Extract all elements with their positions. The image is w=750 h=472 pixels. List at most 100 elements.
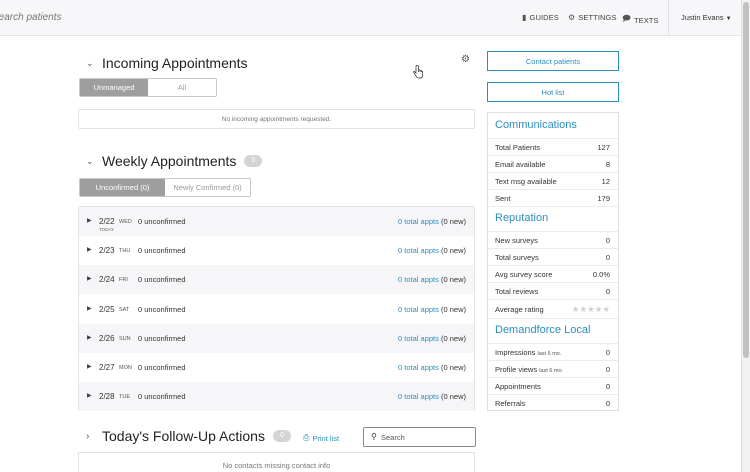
stat-value: 127 (597, 143, 610, 152)
triangle-right-icon[interactable]: ▶ (87, 275, 92, 282)
total-appts-link[interactable]: 0 total appts (398, 363, 439, 372)
new-count: (0 new) (440, 392, 466, 401)
triangle-right-icon[interactable]: ▶ (87, 363, 92, 370)
stat-value: 179 (597, 194, 610, 203)
weekly-toggle: Unconfirmed (0) Newly Confirmed (0) (79, 178, 251, 197)
day-row-fri[interactable]: ▶ 2/24 FRI 0 unconfirmed 0 total appts (… (79, 265, 474, 294)
row-date: 2/26 (99, 334, 115, 343)
texts-label: TEXTS (633, 15, 659, 25)
texts-link[interactable]: 🗩 TEXTS (622, 13, 659, 27)
row-date: 2/28 (99, 392, 115, 401)
guides-link[interactable]: ▮ GUIDES (522, 13, 559, 22)
new-count: (0 new) (440, 363, 466, 372)
row-totals: 0 total appts (0 new) (398, 363, 466, 372)
print-list-label: Print list (312, 433, 340, 443)
stat-label-text: Profile views (495, 365, 538, 374)
day-row-wed[interactable]: ▶ 2/22 WED TODAY 0 unconfirmed 0 total a… (79, 207, 474, 236)
total-appts-link[interactable]: 0 total appts (398, 246, 439, 255)
row-day: SAT (119, 306, 130, 313)
tab-unmanaged[interactable]: Unmanaged (80, 79, 148, 96)
triangle-right-icon[interactable]: ▶ (87, 217, 92, 224)
tab-all[interactable]: All (148, 79, 216, 96)
new-count: (0 new) (440, 217, 466, 226)
total-appts-link[interactable]: 0 total appts (398, 217, 439, 226)
stat-label: Avg survey score (495, 270, 553, 279)
day-row-sun[interactable]: ▶ 2/26 SUN 0 unconfirmed 0 total appts (… (79, 324, 474, 353)
tab-unconfirmed[interactable]: Unconfirmed (0) (80, 179, 165, 196)
stat-value: 0 (605, 253, 610, 262)
row-unconfirmed: 0 unconfirmed (138, 275, 186, 284)
gear-icon[interactable]: ⚙ (461, 54, 470, 65)
scrollbar-thumb[interactable] (743, 2, 749, 358)
total-appts-link[interactable]: 0 total appts (398, 334, 439, 343)
row-date: 2/27 (99, 363, 115, 372)
new-count: (0 new) (440, 334, 466, 343)
chevron-down-icon[interactable]: ⌄ (86, 156, 94, 167)
stats-panel: Communications Total Patients 127 Email a… (487, 112, 619, 411)
followup-search-input[interactable] (381, 431, 471, 444)
row-day: FRI (119, 276, 128, 283)
caret-down-icon: ▼ (725, 16, 732, 22)
triangle-right-icon[interactable]: ▶ (87, 392, 92, 399)
stat-value: 0 (605, 287, 610, 296)
row-unconfirmed: 0 unconfirmed (138, 246, 186, 255)
stat-row: Total Patients 127 (488, 138, 618, 155)
day-row-mon[interactable]: ▶ 2/27 MON 0 unconfirmed 0 total appts (… (79, 353, 474, 382)
print-list-link[interactable]: ⎙ Print list (303, 433, 339, 443)
row-day: SUN (119, 335, 131, 342)
stat-note: last 6 mo. (537, 351, 562, 357)
hot-list-button[interactable]: Hot list (487, 82, 619, 102)
incoming-empty-text: No incoming appointments requested. (221, 115, 332, 123)
triangle-right-icon[interactable]: ▶ (87, 246, 92, 253)
user-name: Justin Evans (681, 13, 724, 22)
settings-link[interactable]: ⚙ SETTINGS (568, 13, 617, 22)
stat-label: New surveys (495, 236, 538, 245)
row-totals: 0 total appts (0 new) (398, 305, 466, 314)
total-appts-link[interactable]: 0 total appts (398, 275, 439, 284)
followup-empty-text: No contacts missing contact info (222, 461, 331, 470)
stat-row: Profile views last 6 mo. 0 (488, 360, 618, 377)
row-day: TUE (119, 393, 130, 400)
day-row-tue[interactable]: ▶ 2/28 TUE 0 unconfirmed 0 total appts (… (79, 382, 474, 411)
stat-row: Total reviews 0 (488, 282, 618, 299)
triangle-right-icon[interactable]: ▶ (87, 334, 92, 341)
stat-value: 0 (605, 382, 610, 391)
total-appts-link[interactable]: 0 total appts (398, 305, 439, 314)
stat-label: Profile views last 6 mo. (495, 365, 563, 374)
new-count: (0 new) (440, 246, 466, 255)
chevron-right-icon[interactable]: › (86, 431, 89, 442)
stat-row: Total surveys 0 (488, 248, 618, 265)
row-unconfirmed: 0 unconfirmed (138, 334, 186, 343)
tab-newly-confirmed[interactable]: Newly Confirmed (0) (165, 179, 250, 196)
guides-label: GUIDES (529, 13, 559, 22)
day-row-thu[interactable]: ▶ 2/23 THU 0 unconfirmed 0 total appts (… (79, 236, 474, 265)
total-appts-link[interactable]: 0 total appts (398, 392, 439, 401)
triangle-right-icon[interactable]: ▶ (87, 305, 92, 312)
followup-title: Today's Follow-Up Actions 0 (102, 428, 291, 444)
row-date: 2/25 (99, 305, 115, 314)
hand-cursor-icon (413, 65, 423, 79)
contact-patients-button[interactable]: Contact patients (487, 51, 619, 71)
communications-title: Communications (495, 119, 577, 131)
stat-label: Impressions last 6 mo. (495, 348, 561, 357)
count-badge: 0 (272, 430, 291, 442)
stat-label: Sent (495, 194, 511, 203)
stat-row: Impressions last 6 mo. 0 (488, 343, 618, 360)
stat-row: Email available 8 (488, 155, 618, 172)
stat-row: Average rating ★★★★★ (488, 299, 618, 318)
user-menu[interactable]: Justin Evans ▼ (681, 13, 732, 22)
day-row-sat[interactable]: ▶ 2/25 SAT 0 unconfirmed 0 total appts (… (79, 295, 474, 324)
stat-label: Average rating (495, 305, 544, 314)
chevron-down-icon[interactable]: ⌄ (86, 58, 94, 69)
row-day: THU (119, 247, 131, 254)
stat-value: 8 (605, 160, 610, 169)
gear-icon: ⚙ (568, 13, 576, 22)
patient-search-input[interactable] (0, 12, 192, 23)
incoming-title-text: Incoming Appointments (102, 55, 248, 71)
stat-row: Referrals 0 (488, 394, 618, 411)
row-date: 2/22 (99, 217, 115, 226)
stat-value: 0.0% (592, 270, 610, 279)
weekly-list: ▶ 2/22 WED TODAY 0 unconfirmed 0 total a… (78, 206, 475, 411)
scrollbar[interactable] (741, 0, 750, 472)
row-totals: 0 total appts (0 new) (398, 392, 466, 401)
